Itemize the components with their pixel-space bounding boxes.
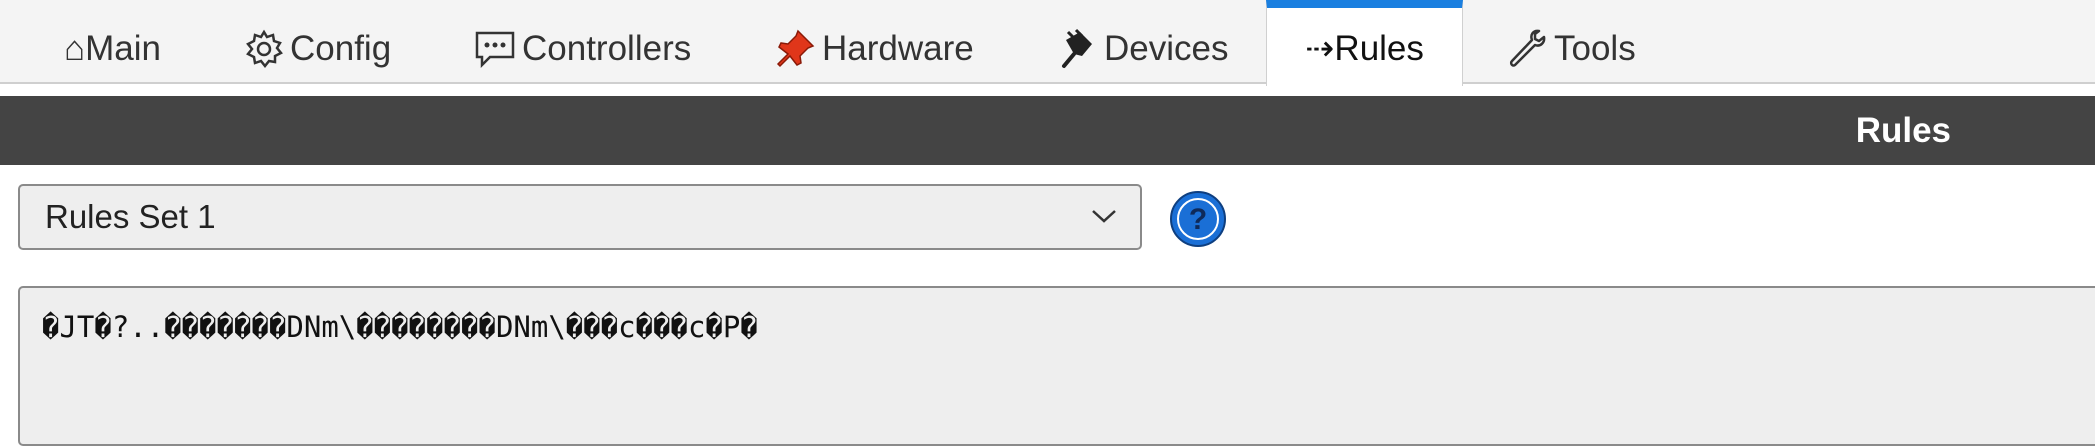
tab-label: Tools — [1554, 29, 1636, 68]
tab-label: ⌂Main — [64, 29, 162, 68]
help-button[interactable]: ? — [1170, 191, 1226, 247]
plug-icon — [1058, 28, 1098, 70]
help-label: ? — [1189, 203, 1207, 236]
tab-label: Hardware — [822, 29, 974, 68]
tab-hardware[interactable]: Hardware — [774, 0, 974, 84]
section-header: Rules — [0, 96, 2095, 165]
tab-config[interactable]: Config — [244, 0, 391, 84]
rules-editor[interactable]: �JT�?..�������DNm\��������DNm\���c���c�P… — [18, 286, 2095, 446]
tab-controllers[interactable]: Controllers — [474, 0, 691, 84]
chevron-down-icon — [1090, 206, 1118, 231]
gear-icon — [244, 29, 284, 69]
tab-tools[interactable]: Tools — [1506, 0, 1636, 84]
tab-rules[interactable]: ⇢Rules — [1266, 0, 1463, 86]
chat-bubble-icon — [474, 29, 516, 69]
tab-main[interactable]: ⌂Main — [64, 0, 161, 84]
rules-set-value: Rules Set 1 — [45, 198, 216, 235]
pushpin-icon — [774, 28, 816, 70]
rules-editor-content: �JT�?..�������DNm\��������DNm\���c���c�P… — [42, 310, 758, 344]
tab-label: Config — [290, 29, 392, 68]
tab-label: Devices — [1104, 29, 1229, 68]
tab-devices[interactable]: Devices — [1058, 0, 1228, 84]
tab-bar: ⌂Main Config Controllers Hardware Device… — [0, 0, 2095, 86]
tab-label: Controllers — [522, 29, 692, 68]
page-title: Rules — [1855, 110, 1951, 150]
wrench-icon — [1506, 27, 1548, 71]
tab-label: ⇢Rules — [1305, 29, 1424, 68]
rules-set-select[interactable]: Rules Set 1 — [18, 184, 1142, 250]
help-icon: ? — [1177, 198, 1219, 240]
